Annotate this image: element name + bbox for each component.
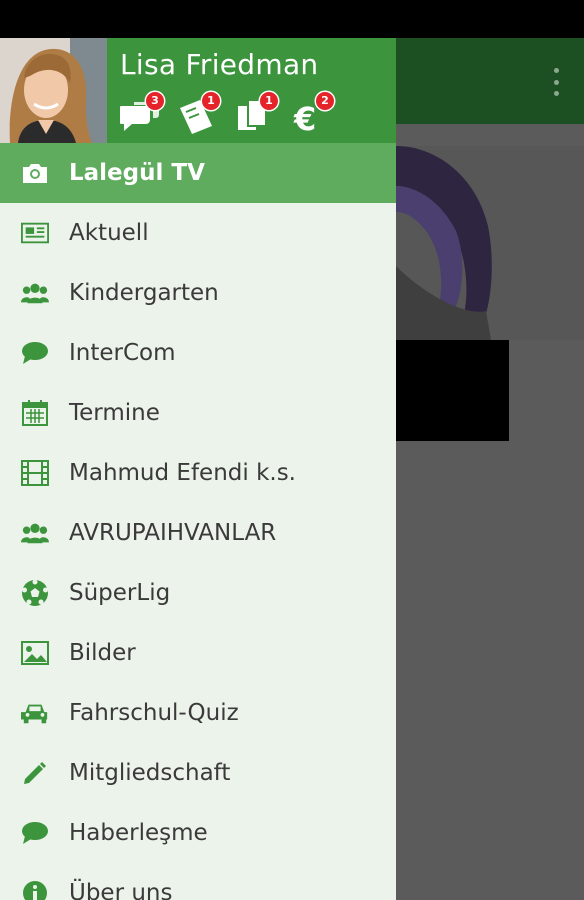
group-icon xyxy=(21,519,49,547)
menu-item-superlig[interactable]: SüperLig xyxy=(0,563,396,623)
menu-item-kindergarten[interactable]: Kindergarten xyxy=(0,263,396,323)
newspaper-icon xyxy=(21,219,49,247)
calendar-icon xyxy=(21,399,49,427)
film-icon xyxy=(21,459,49,487)
camera-icon xyxy=(21,159,49,187)
menu-item-label: Haberleşme xyxy=(69,820,208,846)
chat-bubble-icon xyxy=(21,339,49,367)
euro-icon[interactable]: € 2 xyxy=(290,92,334,138)
overflow-menu-icon[interactable] xyxy=(550,68,562,96)
image-icon xyxy=(21,639,49,667)
menu-item-label: InterCom xyxy=(69,340,176,366)
drawer-menu: Lalegül TV Aktuell Kindergarten InterCom… xyxy=(0,143,396,900)
menu-item-mitgliedschaft[interactable]: Mitgliedschaft xyxy=(0,743,396,803)
chat-badge: 3 xyxy=(146,92,164,110)
copy-icon[interactable]: 1 xyxy=(234,92,278,136)
menu-item-aktuell[interactable]: Aktuell xyxy=(0,203,396,263)
menu-item-label: Termine xyxy=(69,400,160,426)
menu-item-label: Mitgliedschaft xyxy=(69,760,231,786)
menu-item-label: Kindergarten xyxy=(69,280,219,306)
menu-item-mahmud-efendi[interactable]: Mahmud Efendi k.s. xyxy=(0,443,396,503)
car-icon xyxy=(21,699,49,727)
menu-item-label: AVRUPAIHVANLAR xyxy=(69,520,277,546)
info-icon xyxy=(21,879,49,900)
avatar[interactable] xyxy=(0,38,107,143)
group-icon xyxy=(21,279,49,307)
menu-item-label: Lalegül TV xyxy=(69,160,205,186)
user-name: Lisa Friedman xyxy=(120,48,319,81)
status-bar xyxy=(0,0,584,38)
soccer-ball-icon xyxy=(21,579,49,607)
navigation-drawer: Lisa Friedman 3 1 1 € 2 Lalegül TV Aktue… xyxy=(0,38,396,900)
euro-badge: 2 xyxy=(316,92,334,110)
menu-item-label: Mahmud Efendi k.s. xyxy=(69,460,296,486)
background-artwork xyxy=(396,146,584,340)
menu-item-label: Fahrschul-Quiz xyxy=(69,700,239,726)
menu-item-label: SüperLig xyxy=(69,580,171,606)
ticket-badge: 1 xyxy=(202,92,220,110)
chat-bubble-icon xyxy=(21,819,49,847)
copy-badge: 1 xyxy=(260,92,278,110)
menu-item-termine[interactable]: Termine xyxy=(0,383,396,443)
menu-item-haberlesme[interactable]: Haberleşme xyxy=(0,803,396,863)
menu-item-fahrschul-quiz[interactable]: Fahrschul-Quiz xyxy=(0,683,396,743)
drawer-header: Lisa Friedman 3 1 1 € 2 xyxy=(0,38,396,143)
menu-item-bilder[interactable]: Bilder xyxy=(0,623,396,683)
menu-item-intercom[interactable]: InterCom xyxy=(0,323,396,383)
ticket-icon[interactable]: 1 xyxy=(176,92,220,136)
menu-item-label: Bilder xyxy=(69,640,136,666)
menu-item-lalegul-tv[interactable]: Lalegül TV xyxy=(0,143,396,203)
menu-item-label: Über uns xyxy=(69,880,173,900)
background-block xyxy=(396,340,509,441)
menu-item-avrupaihvanlar[interactable]: AVRUPAIHVANLAR xyxy=(0,503,396,563)
chat-icon[interactable]: 3 xyxy=(118,92,164,136)
svg-text:€: € xyxy=(293,100,316,136)
menu-item-label: Aktuell xyxy=(69,220,149,246)
pencil-icon xyxy=(21,759,49,787)
menu-item-uber-uns[interactable]: Über uns xyxy=(0,863,396,900)
